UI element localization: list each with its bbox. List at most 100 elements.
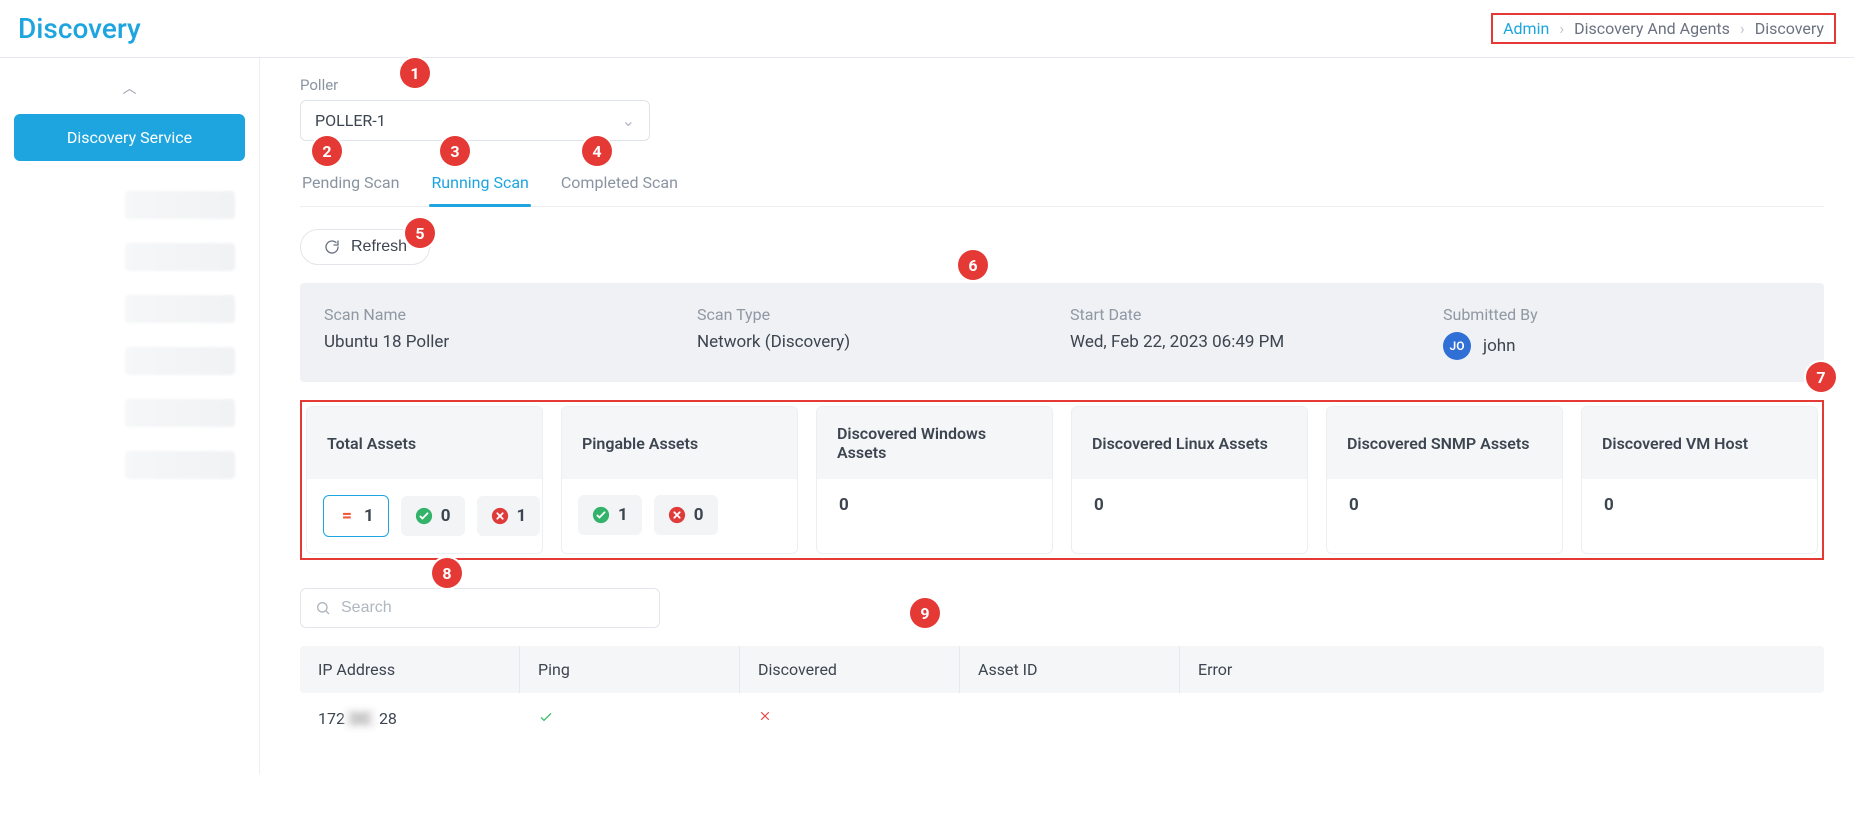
check-icon	[538, 709, 722, 725]
cell-error	[1180, 693, 1824, 744]
card-title: Discovered Windows Assets	[817, 407, 1052, 479]
search-icon	[315, 600, 331, 616]
cell-ip: 17200 28	[300, 693, 520, 744]
breadcrumb-admin[interactable]: Admin	[1503, 19, 1549, 38]
chevron-up-icon: ︿	[123, 78, 137, 98]
scan-type-value: Network (Discovery)	[697, 332, 1054, 352]
tab-pending-scan[interactable]: Pending Scan	[300, 163, 401, 206]
sidebar-item-placeholder	[125, 399, 235, 427]
sidebar-item-placeholder	[125, 191, 235, 219]
topbar: Discovery Admin › Discovery And Agents ›…	[0, 0, 1854, 58]
vm-host-value: 0	[1598, 495, 1614, 515]
ip-suffix: 28	[379, 709, 397, 728]
submitted-by-label: Submitted By	[1443, 305, 1800, 324]
card-title: Pingable Assets	[562, 407, 797, 479]
chevron-down-icon: ⌄	[622, 111, 635, 130]
sidebar-item-placeholder	[125, 243, 235, 271]
sidebar-item-placeholder	[125, 451, 235, 479]
equal-icon: =	[338, 507, 356, 525]
annotation-marker-5: 5	[405, 218, 435, 248]
cell-discovered	[740, 693, 960, 744]
th-ping[interactable]: Ping	[520, 646, 740, 693]
card-vm-host: Discovered VM Host 0	[1581, 406, 1818, 554]
breadcrumb-discovery: Discovery	[1755, 19, 1824, 38]
sidebar-item-placeholder	[125, 347, 235, 375]
x-circle-icon	[491, 507, 509, 525]
th-discovered[interactable]: Discovered	[740, 646, 960, 693]
refresh-icon	[323, 238, 341, 256]
check-circle-icon	[592, 506, 610, 524]
th-error[interactable]: Error	[1180, 646, 1824, 693]
search-box[interactable]	[300, 588, 660, 628]
card-title: Discovered Linux Assets	[1072, 407, 1307, 479]
card-linux-assets: Discovered Linux Assets 0	[1071, 406, 1308, 554]
pingable-ok-pill[interactable]: 1	[578, 495, 642, 535]
scan-tabs: Pending Scan Running Scan Completed Scan	[300, 163, 1824, 207]
card-snmp-assets: Discovered SNMP Assets 0	[1326, 406, 1563, 554]
pingable-err: 0	[694, 505, 704, 525]
check-circle-icon	[415, 507, 433, 525]
total-assets-all: 1	[364, 506, 374, 526]
scan-summary: Scan Name Ubuntu 18 Poller Scan Type Net…	[300, 283, 1824, 382]
card-title: Discovered SNMP Assets	[1327, 407, 1562, 479]
poller-select-value: POLLER-1	[315, 111, 386, 130]
th-asset-id[interactable]: Asset ID	[960, 646, 1180, 693]
pingable-err-pill[interactable]: 0	[654, 495, 718, 535]
sidebar-collapse-toggle[interactable]: ︿	[14, 68, 245, 114]
annotation-marker-2: 2	[312, 136, 342, 166]
x-circle-icon	[668, 506, 686, 524]
annotation-marker-3: 3	[440, 136, 470, 166]
total-assets-ok-pill[interactable]: 0	[401, 496, 465, 536]
tab-completed-scan[interactable]: Completed Scan	[559, 163, 680, 206]
asset-cards: Total Assets = 1 0	[300, 400, 1824, 560]
card-pingable-assets: Pingable Assets 1 0	[561, 406, 798, 554]
scan-type-label: Scan Type	[697, 305, 1054, 324]
start-date-label: Start Date	[1070, 305, 1427, 324]
annotation-marker-6: 6	[958, 250, 988, 280]
scan-name-label: Scan Name	[324, 305, 681, 324]
poller-select[interactable]: POLLER-1 ⌄	[300, 100, 650, 141]
search-input[interactable]	[341, 599, 645, 617]
avatar: JO	[1443, 332, 1471, 360]
sidebar-blurred-items	[14, 191, 245, 479]
windows-assets-value: 0	[833, 495, 849, 515]
ip-prefix: 172	[318, 709, 345, 728]
table-header: IP Address Ping Discovered Asset ID Erro…	[300, 646, 1824, 693]
results-table: IP Address Ping Discovered Asset ID Erro…	[300, 646, 1824, 744]
sidebar-item-placeholder	[125, 295, 235, 323]
start-date-value: Wed, Feb 22, 2023 06:49 PM	[1070, 332, 1427, 352]
breadcrumb-discovery-and-agents[interactable]: Discovery And Agents	[1574, 19, 1730, 38]
page-title: Discovery	[18, 12, 141, 45]
poller-label: Poller	[300, 76, 1824, 94]
chevron-right-icon: ›	[1740, 19, 1745, 38]
card-title: Total Assets	[307, 407, 542, 479]
card-total-assets: Total Assets = 1 0	[306, 406, 543, 554]
scan-name-value: Ubuntu 18 Poller	[324, 332, 681, 352]
annotation-marker-1: 1	[400, 58, 430, 88]
refresh-button-label: Refresh	[351, 238, 407, 256]
cell-asset-id	[960, 693, 1180, 744]
submitted-by-value: john	[1483, 336, 1516, 356]
table-row[interactable]: 17200 28	[300, 693, 1824, 744]
annotation-marker-9: 9	[910, 598, 940, 628]
sidebar-item-discovery-service[interactable]: Discovery Service	[14, 114, 245, 161]
annotation-marker-7: 7	[1806, 362, 1836, 392]
pingable-ok: 1	[618, 505, 628, 525]
sidebar: ︿ Discovery Service	[0, 58, 260, 774]
cell-ping	[520, 693, 740, 744]
annotation-marker-8: 8	[432, 558, 462, 588]
card-windows-assets: Discovered Windows Assets 0	[816, 406, 1053, 554]
total-assets-all-pill[interactable]: = 1	[323, 495, 389, 537]
snmp-assets-value: 0	[1343, 495, 1359, 515]
total-assets-ok: 0	[441, 506, 451, 526]
ip-redacted: 00	[345, 709, 375, 728]
linux-assets-value: 0	[1088, 495, 1104, 515]
card-title: Discovered VM Host	[1582, 407, 1817, 479]
total-assets-err: 1	[517, 506, 527, 526]
annotation-marker-4: 4	[582, 136, 612, 166]
total-assets-err-pill[interactable]: 1	[477, 496, 541, 536]
th-ip[interactable]: IP Address	[300, 646, 520, 693]
x-icon	[758, 709, 942, 723]
tab-running-scan[interactable]: Running Scan	[429, 163, 530, 206]
chevron-right-icon: ›	[1559, 19, 1564, 38]
